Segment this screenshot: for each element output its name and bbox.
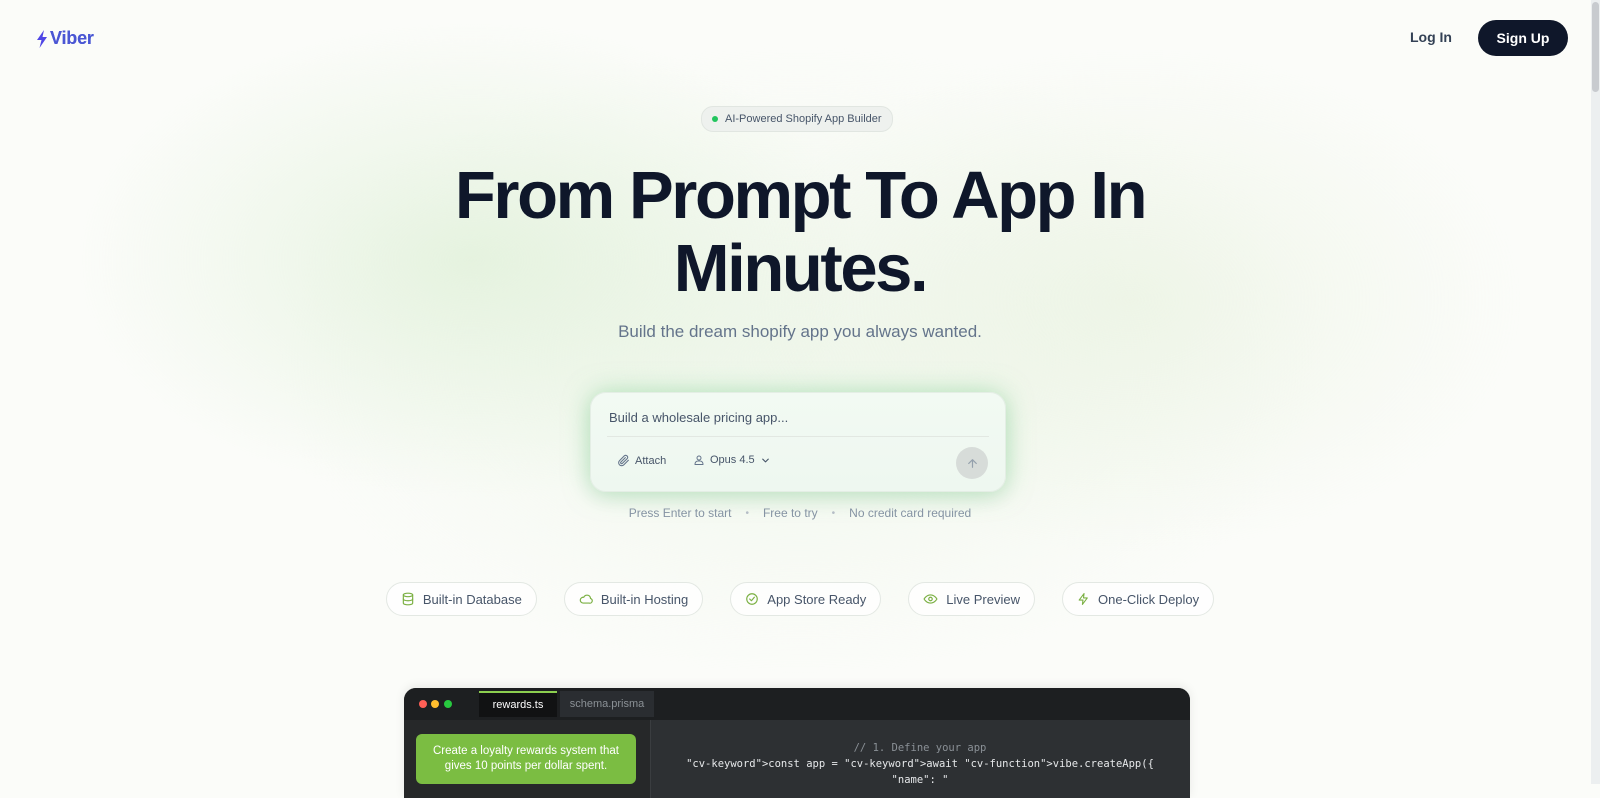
chat-pane: Create a loyalty rewards system that giv… — [404, 720, 651, 798]
page-scrollbar[interactable] — [1591, 0, 1600, 784]
prompt-input[interactable] — [607, 405, 991, 429]
eye-icon — [923, 594, 938, 604]
hint-separator: • — [745, 507, 749, 519]
code-line: "cv-keyword">const app = "cv-keyword">aw… — [686, 758, 1154, 770]
hint-separator: • — [831, 507, 836, 519]
feature-label: App Store Ready — [767, 591, 867, 607]
signup-button[interactable]: Sign Up — [1478, 20, 1568, 56]
login-link[interactable]: Log In — [1410, 29, 1452, 45]
hint-free: Free to try — [762, 506, 818, 520]
close-dot — [419, 700, 427, 708]
feature-label: Built-in Hosting — [600, 591, 689, 607]
feature-label: One-Click Deploy — [1098, 591, 1200, 607]
paperclip-icon — [618, 454, 629, 467]
lightning-icon — [1078, 593, 1088, 605]
logo[interactable]: Viber — [36, 28, 94, 49]
model-label: Opus 4.5 — [710, 454, 755, 466]
check-circle-icon — [746, 593, 759, 605]
hero-badge: AI-Powered Shopify App Builder — [701, 106, 893, 132]
hint-no-card: No credit card required — [849, 506, 972, 520]
page-title-line-1: From Prompt To App In — [454, 158, 1148, 233]
feature-list: Built-in Database Built-in Hosting App S… — [0, 582, 1600, 616]
code-line: // 1. Define your app — [853, 742, 987, 754]
top-nav: Viber Log In Sign Up — [0, 0, 1600, 78]
prompt-hints: Press Enter to start • Free to try • No … — [0, 506, 1600, 520]
status-dot — [712, 116, 718, 122]
cloud-icon — [579, 594, 593, 604]
chat-message: Create a loyalty rewards system that giv… — [416, 734, 636, 784]
feature-label: Live Preview — [946, 591, 1020, 607]
logo-text: Viber — [50, 28, 94, 48]
minimize-dot — [431, 700, 439, 708]
attach-label: Attach — [635, 454, 667, 467]
feature-label: Built-in Database — [422, 591, 522, 607]
prompt-divider — [607, 436, 989, 437]
database-icon — [402, 592, 414, 606]
feature-pill-hosting: Built-in Hosting — [563, 582, 704, 616]
code-line: "name": " — [891, 774, 949, 786]
chevron-down-icon — [761, 458, 769, 462]
hero-subtitle: Build the dream shopify app you always w… — [618, 322, 982, 341]
editor-body: Create a loyalty rewards system that giv… — [404, 720, 1190, 798]
feature-pill-database: Built-in Database — [385, 582, 537, 616]
feature-pill-live-preview: Live Preview — [908, 582, 1035, 616]
feature-pill-app-store: App Store Ready — [730, 582, 882, 616]
tab-schema-prisma[interactable]: schema.prisma — [560, 691, 654, 717]
model-selector[interactable]: Opus 4.5 — [693, 454, 771, 466]
maximize-dot — [444, 700, 452, 708]
user-icon — [694, 455, 704, 465]
tab-rewards-ts[interactable]: rewards.ts — [479, 691, 557, 717]
editor-titlebar: rewards.ts schema.prisma — [404, 688, 1190, 720]
hint-enter: Press Enter to start — [628, 506, 732, 520]
badge-label: AI-Powered Shopify App Builder — [725, 113, 882, 125]
feature-pill-deploy: One-Click Deploy — [1062, 582, 1215, 616]
arrow-up-icon — [967, 458, 977, 468]
send-button[interactable] — [956, 447, 988, 479]
attach-button[interactable]: Attach — [617, 454, 666, 467]
page-title-line-2: Minutes. — [673, 231, 929, 306]
prompt-box: Attach Opus 4.5 — [590, 392, 1006, 492]
lightning-logo-icon — [37, 29, 47, 48]
code-editor-preview: rewards.ts schema.prisma Create a loyalt… — [404, 688, 1190, 798]
